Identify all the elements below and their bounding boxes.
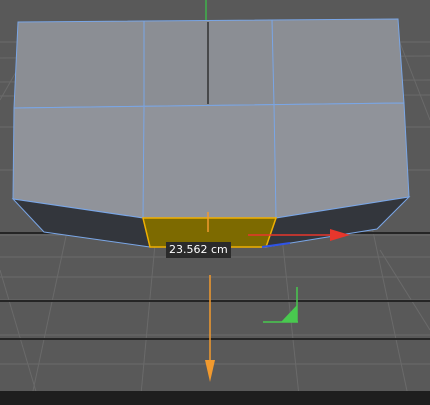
viewport-scene[interactable]	[0, 0, 430, 405]
mesh-front-face[interactable]	[12, 102, 410, 219]
measurement-label: 23.562 cm	[166, 242, 231, 258]
viewport-bottom-bar	[0, 391, 430, 405]
mesh-top-face[interactable]	[13, 18, 405, 109]
3d-viewport[interactable]: 23.562 cm	[0, 0, 430, 405]
